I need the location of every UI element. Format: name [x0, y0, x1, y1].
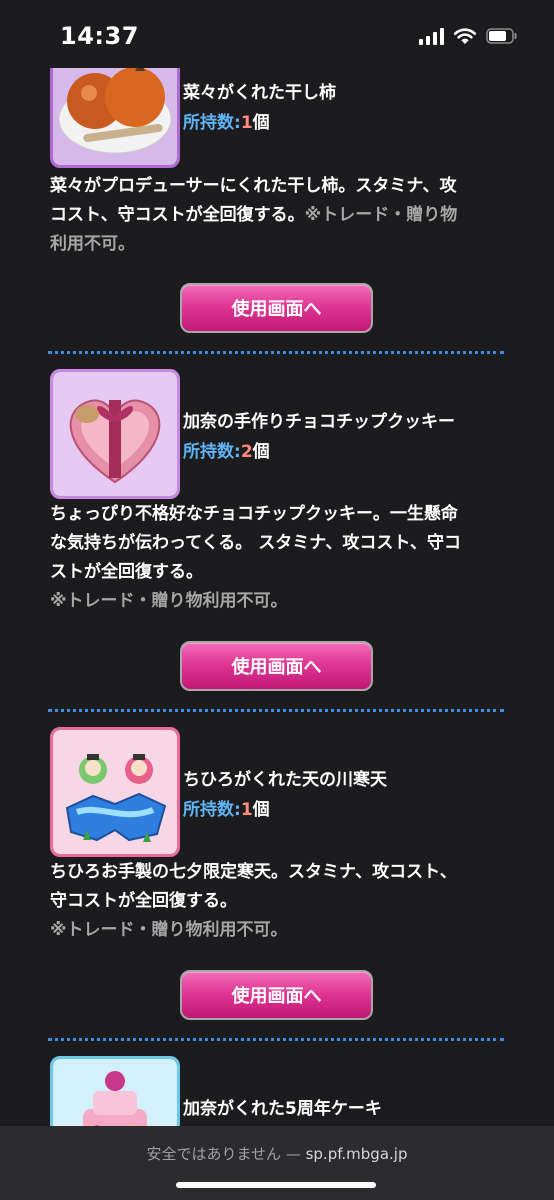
count-value: 1	[240, 113, 253, 133]
battery-icon	[486, 28, 517, 44]
description-line: 守コストが全回復する。	[50, 891, 237, 911]
item-description: ちひろお手製の七夕限定寒天。スタミナ、攻コスト、 守コストが全回復する。 ※トレ…	[50, 858, 510, 945]
count-value: 2	[240, 442, 253, 462]
item-name: 菜々がくれた干し柿	[183, 83, 336, 103]
status-bar: 14:37	[0, 0, 554, 68]
trade-note: ※トレード・贈り物利用不可。	[50, 591, 288, 611]
item-thumbnail-kanten[interactable]	[50, 727, 180, 857]
item-count: 所持数:1個	[183, 795, 270, 820]
description-line: ストが全回復する。	[50, 562, 203, 582]
count-label: 所持数:	[183, 800, 241, 820]
trade-note: ※トレード・贈り物利用不可。	[50, 920, 288, 940]
description-line: な気持ちが伝わってくる。 スタミナ、攻コスト、守コ	[50, 533, 462, 553]
item-count: 所持数:1個	[183, 108, 270, 133]
status-icons	[419, 27, 518, 45]
description-line: ちひろお手製の七夕限定寒天。スタミナ、攻コスト、	[50, 862, 457, 882]
description-line: コスト、守コストが全回復する。※トレード・贈り物	[50, 205, 458, 225]
use-screen-button[interactable]: 使用画面へ	[180, 641, 373, 691]
count-value: 1	[240, 800, 253, 820]
use-screen-button[interactable]: 使用画面へ	[180, 970, 373, 1020]
url-bar[interactable]: 安全ではありません — sp.pf.mbga.jp	[0, 1126, 554, 1200]
security-warning: 安全ではありません —	[146, 1145, 306, 1163]
item-description: ちょっぴり不格好なチョコチップクッキー。一生懸命 な気持ちが伝わってくる。 スタ…	[50, 500, 510, 616]
count-label: 所持数:	[183, 442, 241, 462]
item-name: 加奈がくれた5周年ケーキ	[183, 1099, 382, 1119]
description-line: ちょっぴり不格好なチョコチップクッキー。一生懸命	[50, 504, 458, 524]
count-label: 所持数:	[183, 113, 241, 133]
item-name: 加奈の手作りチョコチップクッキー	[183, 412, 455, 432]
use-screen-button[interactable]: 使用画面へ	[180, 283, 373, 333]
trade-note: ※トレード・贈り物	[304, 205, 458, 225]
cellular-signal-icon	[419, 27, 444, 45]
home-indicator[interactable]	[176, 1182, 376, 1188]
url-text[interactable]: 安全ではありません — sp.pf.mbga.jp	[0, 1143, 554, 1164]
wifi-icon	[453, 28, 477, 44]
status-time: 14:37	[60, 22, 139, 50]
item-thumbnail-cookie[interactable]	[50, 369, 180, 499]
item-count: 所持数:2個	[183, 437, 270, 462]
divider	[48, 1038, 504, 1041]
item-name: ちひろがくれた天の川寒天	[183, 770, 387, 790]
description-line: 菜々がプロデューサーにくれた干し柿。スタミナ、攻	[50, 176, 457, 196]
count-unit: 個	[252, 113, 270, 133]
count-unit: 個	[252, 800, 270, 820]
item-description: 菜々がプロデューサーにくれた干し柿。スタミナ、攻 コスト、守コストが全回復する。…	[50, 172, 510, 259]
trade-note-line2: 利用不可。	[50, 234, 135, 254]
divider	[48, 709, 504, 712]
count-unit: 個	[252, 442, 270, 462]
url-domain: sp.pf.mbga.jp	[305, 1145, 408, 1163]
divider	[48, 351, 504, 354]
